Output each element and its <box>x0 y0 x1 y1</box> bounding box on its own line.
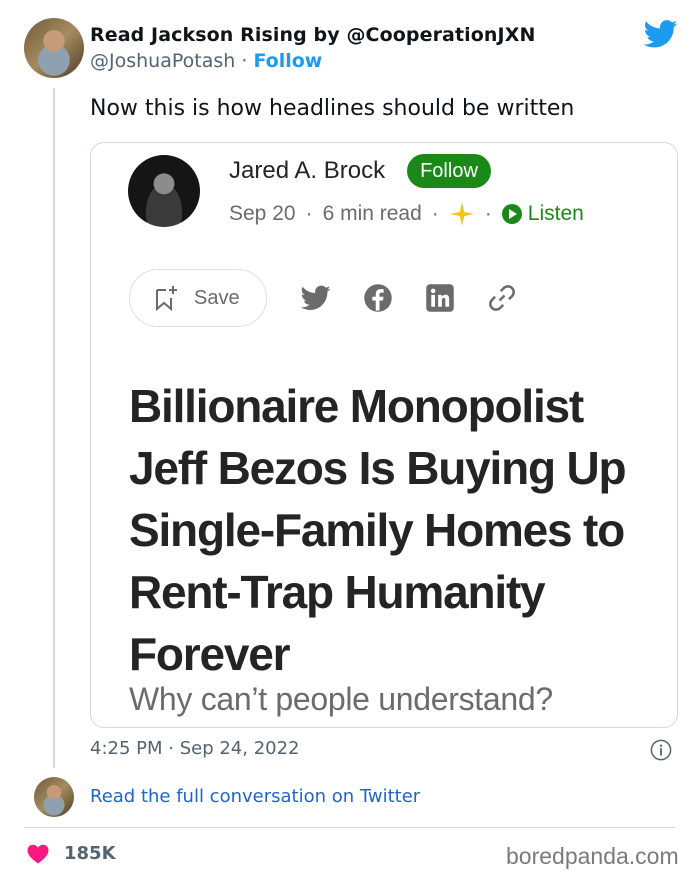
twitter-icon <box>301 285 331 310</box>
display-name[interactable]: Read Jackson Rising by @CooperationJXN <box>90 24 535 46</box>
save-label: Save <box>194 286 240 309</box>
bookmark-plus-icon <box>156 286 177 312</box>
article-author-name: Jared A. Brock <box>229 157 386 184</box>
divider <box>24 827 676 828</box>
article-headline: Billionaire Monopolist Jeff Bezos Is Buy… <box>129 380 627 680</box>
listen-control: Listen <box>501 202 584 226</box>
tweet-text: Now this is how headlines should be writ… <box>90 96 575 121</box>
link-icon <box>489 285 515 311</box>
author-avatar[interactable] <box>24 18 84 78</box>
twitter-bird-icon[interactable] <box>644 20 678 48</box>
linkedin-icon <box>426 284 454 312</box>
listen-label: Listen <box>527 202 584 225</box>
handle[interactable]: @JoshuaPotash <box>90 50 235 72</box>
article-author-avatar <box>128 155 200 227</box>
watermark: boredpanda.com <box>506 843 679 869</box>
thread-line <box>53 88 55 768</box>
info-icon[interactable] <box>650 739 672 761</box>
save-button: Save <box>129 269 267 327</box>
separator: · <box>241 50 248 72</box>
article-subtitle: Why can’t people understand? <box>129 681 553 717</box>
play-icon <box>501 204 522 224</box>
article-follow-button: Follow <box>407 154 491 188</box>
meta-dot: · <box>484 202 492 225</box>
article-meta: Sep 20 · 6 min read · · Listen <box>229 201 584 227</box>
meta-dot: · <box>305 202 313 225</box>
conversation-avatar <box>34 777 74 817</box>
heart-icon[interactable] <box>26 842 50 866</box>
handle-row: @JoshuaPotash · Follow <box>90 50 322 72</box>
article-card[interactable]: Jared A. Brock Follow Sep 20 · 6 min rea… <box>90 142 678 728</box>
member-star-icon <box>449 202 474 226</box>
like-count[interactable]: 185K <box>64 843 116 864</box>
article-date: Sep 20 <box>229 202 296 225</box>
read-conversation-link[interactable]: Read the full conversation on Twitter <box>90 786 420 807</box>
meta-dot: · <box>431 202 439 225</box>
tweet-timestamp[interactable]: 4:25 PM · Sep 24, 2022 <box>90 738 300 759</box>
follow-link[interactable]: Follow <box>253 50 322 72</box>
facebook-icon <box>364 284 392 312</box>
article-read-time: 6 min read <box>322 202 422 225</box>
